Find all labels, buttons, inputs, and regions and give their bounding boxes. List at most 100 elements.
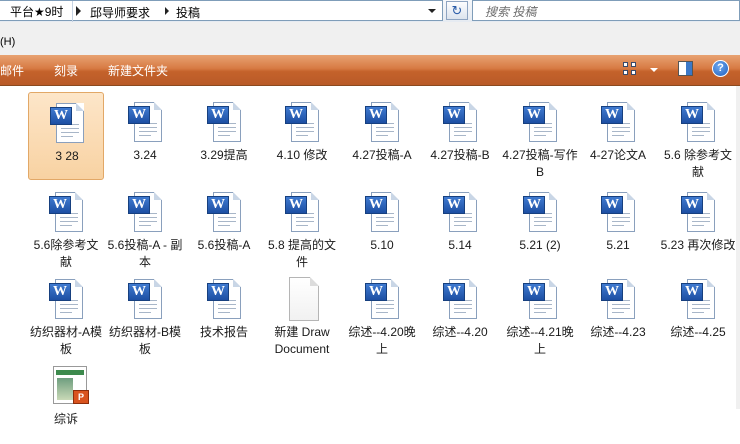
view-grid-icon[interactable]: [623, 62, 637, 76]
search-input[interactable]: 搜索 投稿: [472, 0, 740, 21]
file-item[interactable]: W 纺织器材-B模板: [107, 269, 183, 357]
address-dropdown-icon[interactable]: [428, 9, 436, 13]
burn-button[interactable]: 刻录: [54, 62, 78, 79]
word-badge: W: [523, 283, 545, 301]
word-badge: W: [443, 283, 465, 301]
email-button[interactable]: 邮件: [0, 62, 24, 79]
word-badge: W: [681, 196, 703, 214]
file-item[interactable]: W 5.23 再次修改: [660, 182, 736, 270]
file-name-label: 5.21: [606, 238, 630, 252]
breadcrumb-item[interactable]: 邱导师要求: [90, 4, 150, 21]
file-item[interactable]: P 综诉: [28, 356, 104, 444]
word-document-icon: W: [601, 100, 635, 144]
word-document-icon: W: [443, 277, 477, 321]
refresh-button[interactable]: ↻: [446, 1, 468, 20]
file-item[interactable]: W 5.6投稿-A: [186, 182, 262, 270]
file-item[interactable]: W 3.24: [107, 92, 183, 180]
word-badge: W: [128, 106, 150, 124]
file-name-label: 综述--4.20晚上: [348, 325, 416, 356]
word-document-icon: W: [523, 190, 557, 234]
word-document-icon: W: [128, 190, 162, 234]
scrollbar[interactable]: [736, 86, 740, 409]
word-document-icon: W: [443, 190, 477, 234]
file-name-label: 4.10 修改: [276, 148, 328, 162]
view-dropdown-icon[interactable]: [650, 68, 658, 72]
address-bar-row: 平台★9时 邱导师要求 投稿 ↻ 搜索 投稿: [0, 0, 740, 23]
word-document-icon: W: [601, 277, 635, 321]
file-name-label: 5.21 (2): [519, 238, 561, 252]
file-item[interactable]: W 4.27投稿-写作B: [502, 92, 578, 180]
file-item[interactable]: W 5.6投稿-A - 副本: [107, 182, 183, 270]
file-item[interactable]: W 4-27论文A: [580, 92, 656, 180]
address-bar[interactable]: 平台★9时 邱导师要求 投稿: [0, 0, 443, 22]
word-badge: W: [443, 106, 465, 124]
word-document-icon: W: [681, 100, 715, 144]
word-badge: W: [601, 283, 623, 301]
file-name-label: 5.14: [448, 238, 472, 252]
breadcrumb-item-current[interactable]: 投稿: [176, 4, 200, 21]
file-item[interactable]: W 5.8 提高的文件: [264, 182, 340, 270]
file-item[interactable]: W 5.21: [580, 182, 656, 270]
file-name-label: 3 28: [55, 149, 79, 163]
word-badge: W: [365, 196, 387, 214]
file-item[interactable]: W 3 28: [28, 92, 104, 180]
address-separator: [72, 1, 73, 22]
word-badge: W: [49, 196, 71, 214]
word-document-icon: W: [128, 100, 162, 144]
word-badge: W: [128, 283, 150, 301]
breadcrumb-arrow-icon[interactable]: [165, 7, 169, 15]
file-item[interactable]: W 纺织器材-A模板: [28, 269, 104, 357]
file-item[interactable]: W 综述--4.20晚上: [344, 269, 420, 357]
word-document-icon: W: [285, 190, 319, 234]
file-name-label: 3.24: [133, 148, 157, 162]
file-name-label: 纺织器材-B模板: [108, 325, 181, 356]
file-item[interactable]: W 综述--4.21晚上: [502, 269, 578, 357]
word-badge: W: [365, 106, 387, 124]
word-document-icon: W: [207, 277, 241, 321]
blank-document-icon: [285, 277, 319, 321]
menu-bar: (H): [0, 22, 740, 56]
file-name-label: 综述--4.23: [590, 325, 646, 339]
refresh-icon: ↻: [451, 3, 463, 18]
word-badge: W: [523, 106, 545, 124]
file-name-label: 4.27投稿-B: [430, 148, 490, 162]
file-item[interactable]: W 4.27投稿-B: [422, 92, 498, 180]
file-name-label: 技术报告: [199, 325, 248, 339]
file-item[interactable]: W 5.6 除参考文献: [660, 92, 736, 180]
file-item[interactable]: W 5.6除参考文献: [28, 182, 104, 270]
file-item[interactable]: W 5.14: [422, 182, 498, 270]
file-item[interactable]: W 4.27投稿-A: [344, 92, 420, 180]
file-name-label: 5.10: [370, 238, 394, 252]
breadcrumb-arrow-icon[interactable]: [76, 6, 81, 16]
command-toolbar: 邮件 刻录 新建文件夹 ?: [0, 55, 740, 86]
menu-help-item[interactable]: (H): [0, 36, 15, 48]
word-document-icon: W: [365, 100, 399, 144]
file-item[interactable]: W 综述--4.23: [580, 269, 656, 357]
file-item[interactable]: W 3.29提高: [186, 92, 262, 180]
word-badge: W: [49, 283, 71, 301]
file-name-label: 3.29提高: [200, 148, 248, 162]
word-badge: W: [207, 106, 229, 124]
powerpoint-document-icon: P: [49, 364, 89, 408]
word-badge: W: [523, 196, 545, 214]
word-badge: W: [285, 196, 307, 214]
new-folder-button[interactable]: 新建文件夹: [108, 62, 168, 79]
word-document-icon: W: [523, 277, 557, 321]
address-prefix[interactable]: 平台★9时: [10, 3, 63, 20]
file-item[interactable]: W 5.21 (2): [502, 182, 578, 270]
file-name-label: 综述--4.20: [432, 325, 488, 339]
word-document-icon: W: [365, 277, 399, 321]
file-item[interactable]: 新建 Draw Document: [264, 269, 340, 357]
file-name-label: 4-27论文A: [589, 148, 647, 162]
file-list-pane: W 3 28 W 3.24 W 3.29提高 W 4.10 修改 W 4.27投稿-A W 4.27投…: [0, 86, 740, 426]
file-item[interactable]: W 综述--4.20: [422, 269, 498, 357]
word-badge: W: [128, 196, 150, 214]
preview-pane-icon[interactable]: [678, 61, 693, 76]
file-item[interactable]: W 综述--4.25: [660, 269, 736, 357]
file-name-label: 5.6 除参考文献: [663, 148, 733, 179]
file-item[interactable]: W 5.10: [344, 182, 420, 270]
file-item[interactable]: W 4.10 修改: [264, 92, 340, 180]
file-item[interactable]: W 技术报告: [186, 269, 262, 357]
word-document-icon: W: [681, 190, 715, 234]
help-icon[interactable]: ?: [712, 60, 729, 77]
